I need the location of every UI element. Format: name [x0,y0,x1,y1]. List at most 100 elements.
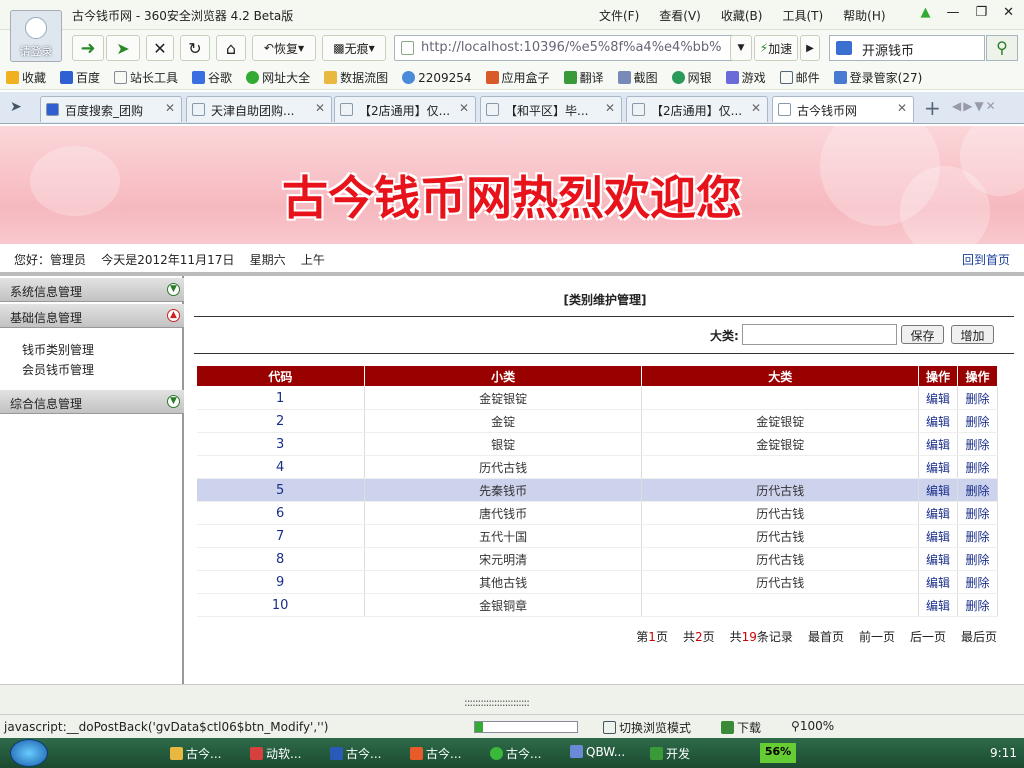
minimize-icon[interactable]: — [946,5,959,20]
tab-nav-icons[interactable]: ◀▶▼✕ [952,99,998,113]
address-dropdown[interactable]: ▼ [730,35,752,61]
delete-link[interactable]: 删除 [957,547,999,571]
close-tab-icon[interactable]: ✕ [459,101,469,115]
delete-link[interactable]: 删除 [957,524,999,548]
sidebar-section-basic[interactable]: 基础信息管理 ▲ [0,304,184,328]
close-tab-icon[interactable]: ✕ [315,101,325,115]
delete-link[interactable]: 删除 [957,593,999,617]
pager-next[interactable]: 后一页 [910,628,946,645]
edit-link[interactable]: 编辑 [918,593,958,617]
splitter-grip[interactable]: :::::::::::::::::::::::: [464,696,530,709]
fav-2209254[interactable]: 2209254 [402,70,472,85]
tab-tianjin-groupbuy[interactable]: 天津自助团购... ✕ [186,96,332,122]
task-item-1[interactable]: 古今... [170,742,221,764]
tab-baidu-search[interactable]: 百度搜索_团购 ✕ [40,96,182,122]
restore-window-icon[interactable]: ❐ [975,5,987,20]
edit-link[interactable]: 编辑 [918,547,958,571]
edit-link[interactable]: 编辑 [918,455,958,479]
delete-link[interactable]: 删除 [957,386,999,410]
fav-google[interactable]: 谷歌 [192,69,232,86]
login-avatar[interactable]: 请登录 [10,10,62,62]
fav-mail[interactable]: 邮件 [779,69,820,86]
pager-last[interactable]: 最后页 [961,628,997,645]
fav-webmaster[interactable]: 站长工具 [114,69,178,86]
fav-screenshot[interactable]: 截图 [617,69,658,86]
home-link[interactable]: 回到首页 [962,251,1010,268]
back-button[interactable]: ➜ [72,35,104,61]
close-tab-icon[interactable]: ✕ [897,101,907,115]
private-mode-button[interactable]: ▩ 无痕 ▼ [322,35,386,61]
task-item-6[interactable]: QBW... [570,742,625,764]
tab-2-stores-a[interactable]: 【2店通用】仅... ✕ [334,96,476,122]
add-button[interactable]: 增加 [951,325,994,344]
fav-bank[interactable]: 网银 [671,69,712,86]
edit-link[interactable]: 编辑 [918,478,958,502]
edit-link[interactable]: 编辑 [918,524,958,548]
new-tab-icon[interactable]: + [924,96,941,120]
menu-help[interactable]: 帮助(H) [843,7,885,24]
tab-coin-site[interactable]: 古今钱币网 ✕ [772,96,914,122]
menu-file[interactable]: 文件(F) [599,7,639,24]
close-tab-icon[interactable]: ✕ [165,101,175,115]
edit-link[interactable]: 编辑 [918,432,958,456]
address-bar[interactable]: http://localhost:10396/%e5%8f%a4%e4%bb% [394,35,750,61]
fav-login-manager[interactable]: 登录管家(27) [833,69,922,86]
menu-tools[interactable]: 工具(T) [782,7,823,24]
search-button[interactable]: ⚲ [986,35,1018,61]
accelerate-button[interactable]: ⚡ 加速 [754,35,798,61]
start-button[interactable] [10,739,48,767]
task-item-3[interactable]: 古今... [330,742,381,764]
pager-first[interactable]: 最首页 [808,628,844,645]
fav-collect[interactable]: 收藏 [6,69,46,86]
delete-link[interactable]: 删除 [957,478,999,502]
fav-dataflow[interactable]: 数据流图 [324,69,388,86]
fav-translate[interactable]: 翻译 [563,69,604,86]
stop-button[interactable]: ✕ [146,35,174,61]
sidebar-toggle-icon[interactable]: ➤ [10,99,22,115]
sidebar-item-coin-category[interactable]: 钱币类别管理 [22,341,94,358]
pager-prev[interactable]: 前一页 [859,628,895,645]
download-button[interactable]: 下载 [721,719,761,736]
cell-small-category: 金锭银锭 [364,386,643,410]
delete-link[interactable]: 删除 [957,455,999,479]
shirt-icon[interactable]: ▲ [920,5,930,20]
refresh-button[interactable]: ↻ [180,35,210,61]
delete-link[interactable]: 删除 [957,570,999,594]
fav-games[interactable]: 游戏 [725,69,766,86]
task-item-5[interactable]: 古今... [490,742,541,764]
edit-link[interactable]: 编辑 [918,386,958,410]
sidebar-item-member-coins[interactable]: 会员钱币管理 [22,361,94,378]
tab-heping[interactable]: 【和平区】毕... ✕ [480,96,622,122]
zoom-control[interactable]: ⚲100% [791,719,834,736]
edit-link[interactable]: 编辑 [918,570,958,594]
menu-view[interactable]: 查看(V) [659,7,701,24]
cell-code: 8 [196,547,365,571]
restore-button[interactable]: ↶ 恢复 ▼ [252,35,316,61]
save-button[interactable]: 保存 [901,325,944,344]
fav-directory[interactable]: 网址大全 [246,69,310,86]
tab-2-stores-b[interactable]: 【2店通用】仅... ✕ [626,96,768,122]
delete-link[interactable]: 删除 [957,501,999,525]
fav-baidu[interactable]: 百度 [60,69,100,86]
search-input[interactable]: 开源钱币 [829,35,985,61]
edit-link[interactable]: 编辑 [918,409,958,433]
menu-favorites[interactable]: 收藏(B) [721,7,763,24]
big-category-input[interactable] [742,324,897,345]
task-item-2[interactable]: 动软... [250,742,301,764]
switch-mode-button[interactable]: 切换浏览模式 [603,719,691,736]
close-tab-icon[interactable]: ✕ [751,101,761,115]
forward-arrow-icon: ➤ [116,38,130,58]
close-window-icon[interactable]: ✕ [1003,5,1014,20]
task-item-4[interactable]: 古今... [410,742,461,764]
task-item-7[interactable]: 开发 [650,742,690,764]
sidebar-section-comprehensive[interactable]: 综合信息管理 ▼ [0,390,184,414]
sidebar-section-system[interactable]: 系统信息管理 ▼ [0,278,184,302]
close-tab-icon[interactable]: ✕ [605,101,615,115]
forward-button[interactable]: ➤ [106,35,140,61]
edit-link[interactable]: 编辑 [918,501,958,525]
fav-appbox[interactable]: 应用盒子 [485,69,550,86]
delete-link[interactable]: 删除 [957,409,999,433]
go-button[interactable]: ▶ [800,35,820,61]
home-button[interactable]: ⌂ [216,35,246,61]
delete-link[interactable]: 删除 [957,432,999,456]
